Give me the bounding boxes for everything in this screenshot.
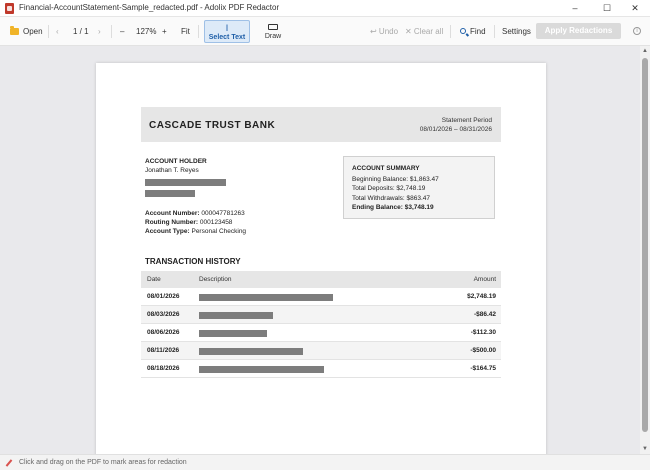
toolbar-divider (198, 25, 199, 38)
account-type-label: Account Type: (145, 228, 190, 235)
account-summary: ACCOUNT SUMMARY Beginning Balance: $1,86… (343, 156, 495, 219)
rectangle-icon (268, 24, 278, 30)
pdf-canvas[interactable]: CASCADE TRUST BANK Statement Period 08/0… (0, 46, 640, 454)
account-holder-block: ACCOUNT HOLDER Jonathan T. Reyes Account… (145, 157, 325, 236)
toolbar-divider (48, 25, 49, 38)
draw-label: Draw (264, 33, 282, 40)
transaction-date: 08/11/2026 (147, 347, 180, 354)
open-label: Open (23, 27, 43, 36)
account-number-label: Account Number: (145, 210, 200, 217)
scroll-down-button[interactable]: ▼ (640, 444, 650, 454)
summary-heading: ACCOUNT SUMMARY (352, 165, 420, 172)
undo-button[interactable]: ↩ Undo (370, 17, 398, 46)
redaction-box[interactable] (145, 190, 195, 197)
toolbar-divider (450, 25, 451, 38)
transaction-amount: -$112.30 (470, 329, 496, 336)
info-icon[interactable]: i (633, 27, 641, 35)
zoom-out-button[interactable]: – (120, 17, 124, 46)
transaction-date: 08/18/2026 (147, 365, 180, 372)
scroll-up-button[interactable]: ▲ (640, 46, 650, 56)
zoom-level: 127% (136, 27, 157, 36)
transaction-date: 08/01/2026 (147, 293, 180, 300)
table-row: 08/18/2026 -$164.75 (141, 360, 501, 378)
ending-balance: Ending Balance: $3,748.19 (352, 204, 434, 211)
table-row: 08/11/2026 -$500.00 (141, 342, 501, 360)
zoom-in-button[interactable]: + (162, 17, 167, 46)
select-text-button[interactable]: I Select Text (204, 20, 250, 43)
statement-header: CASCADE TRUST BANK Statement Period 08/0… (141, 107, 501, 142)
maximize-button[interactable]: ☐ (592, 0, 622, 17)
open-button[interactable]: Open (10, 17, 43, 46)
account-details: Account Number: 000047781263 Routing Num… (145, 209, 325, 236)
search-icon (460, 28, 466, 34)
pdf-page[interactable]: CASCADE TRUST BANK Statement Period 08/0… (96, 63, 546, 454)
account-type: Personal Checking (191, 228, 247, 235)
redaction-box[interactable] (199, 330, 267, 337)
statement-period: Statement Period 08/01/2026 – 08/31/2026 (420, 116, 492, 134)
toolbar-divider (494, 25, 495, 38)
holder-heading: ACCOUNT HOLDER (145, 158, 207, 165)
toolbar-divider (111, 25, 112, 38)
transaction-amount: -$500.00 (470, 347, 496, 354)
status-bar: Click and drag on the PDF to mark areas … (0, 454, 650, 470)
table-row: 08/06/2026 -$112.30 (141, 324, 501, 342)
holder-name: Jonathan T. Reyes (145, 167, 199, 174)
column-amount: Amount (473, 276, 496, 283)
table-header: Date Description Amount (141, 271, 501, 288)
scroll-thumb[interactable] (642, 58, 648, 432)
column-date: Date (147, 276, 161, 283)
transaction-amount: -$164.75 (470, 365, 496, 372)
bank-name: CASCADE TRUST BANK (149, 120, 276, 131)
period-label: Statement Period (441, 117, 492, 124)
minimize-button[interactable]: – (560, 0, 590, 17)
transaction-amount: -$86.42 (473, 311, 496, 318)
transaction-amount: $2,748.19 (467, 293, 496, 300)
column-description: Description (199, 276, 232, 283)
next-page-button[interactable]: › (98, 17, 101, 46)
title-bar: Financial-AccountStatement-Sample_redact… (0, 0, 650, 17)
period-value: 08/01/2026 – 08/31/2026 (419, 126, 492, 133)
pen-icon (5, 459, 13, 467)
redaction-box[interactable] (199, 366, 324, 373)
total-deposits: Total Deposits: $2,748.19 (352, 185, 426, 192)
redaction-box[interactable] (199, 294, 333, 301)
beginning-balance: Beginning Balance: $1,863.47 (352, 175, 439, 183)
table-row: 08/01/2026 $2,748.19 (141, 288, 501, 306)
status-hint: Click and drag on the PDF to mark areas … (19, 459, 187, 466)
clear-all-button[interactable]: ✕ Clear all (405, 17, 443, 46)
redaction-box[interactable] (199, 348, 303, 355)
find-button[interactable]: Find (460, 17, 486, 46)
redaction-box[interactable] (199, 312, 273, 319)
account-number: 000047781263 (201, 210, 245, 217)
table-row: 08/03/2026 -$86.42 (141, 306, 501, 324)
apply-redactions-button[interactable]: Apply Redactions (536, 23, 621, 39)
settings-button[interactable]: Settings (502, 17, 531, 46)
app-logo-icon (5, 3, 14, 14)
text-cursor-icon: I (225, 23, 229, 33)
vertical-scrollbar[interactable]: ▲ ▼ (640, 46, 650, 454)
select-text-label: Select Text (208, 34, 246, 41)
close-button[interactable]: ✕ (620, 0, 650, 17)
transaction-table: Date Description Amount 08/01/2026 $2,74… (141, 271, 501, 378)
prev-page-button[interactable]: ‹ (56, 17, 59, 46)
folder-icon (10, 26, 19, 35)
total-withdrawals: Total Withdrawals: $863.47 (352, 194, 431, 202)
find-label: Find (470, 27, 486, 36)
transaction-date: 08/06/2026 (147, 329, 180, 336)
transaction-date: 08/03/2026 (147, 311, 180, 318)
page-indicator: 1 / 1 (73, 27, 89, 36)
draw-button[interactable]: Draw (258, 20, 288, 43)
routing-number: 000123458 (199, 219, 233, 226)
fit-button[interactable]: Fit (181, 17, 190, 46)
window-title: Financial-AccountStatement-Sample_redact… (19, 3, 280, 12)
toolbar: Open ‹ 1 / 1 › – 127% + Fit I Select Tex… (0, 17, 650, 46)
transaction-history-heading: TRANSACTION HISTORY (145, 257, 241, 266)
redaction-box[interactable] (145, 179, 226, 186)
routing-number-label: Routing Number: (145, 219, 199, 226)
